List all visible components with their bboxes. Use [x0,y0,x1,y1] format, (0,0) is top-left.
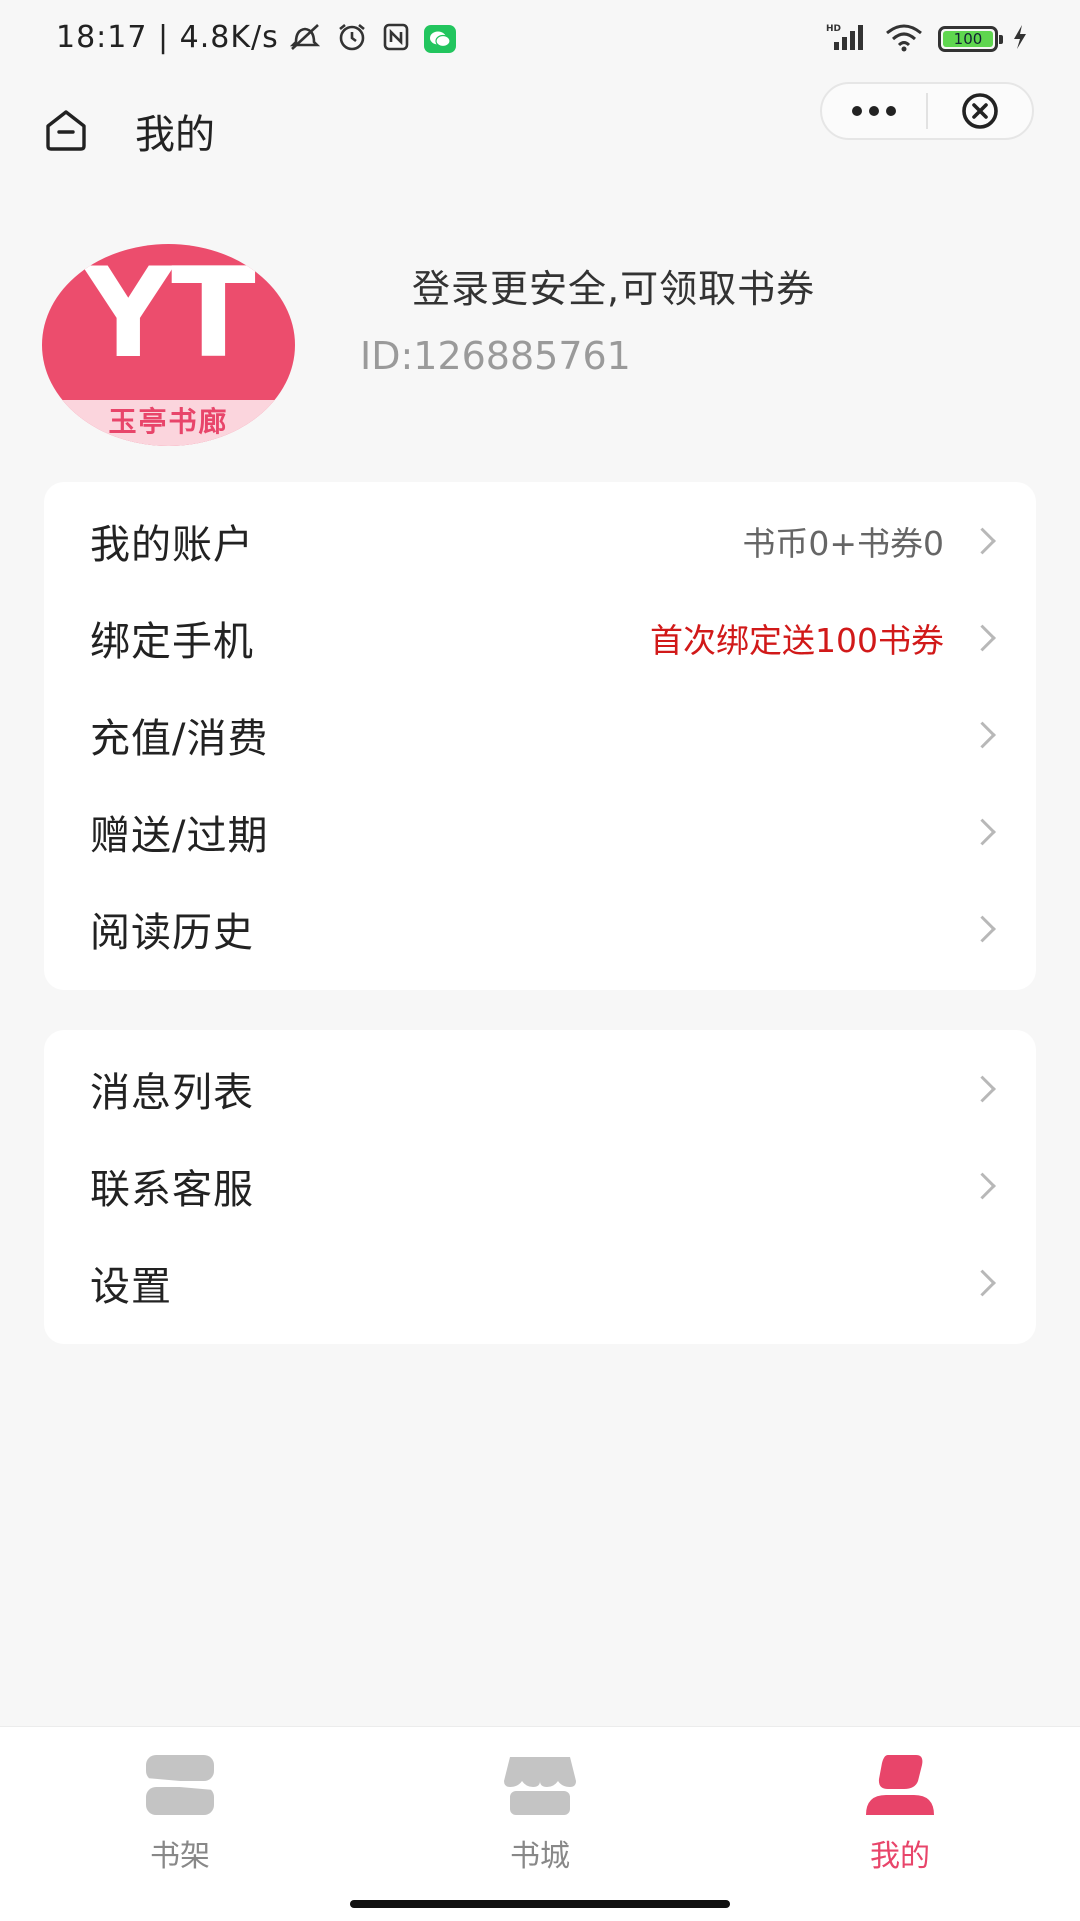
tab-label: 书城 [510,1839,570,1874]
bottom-tab-bar: 书架 书城 我的 [0,1726,1080,1921]
tab-label: 书架 [150,1839,210,1874]
battery-icon: 100 [938,26,1003,52]
menu-item-recharge[interactable]: 充值/消费 [44,686,1036,783]
menu-item-label: 阅读历史 [90,909,254,956]
support-menu-card: 消息列表 联系客服 设置 [44,1030,1036,1344]
tab-mine[interactable]: 我的 [800,1751,1000,1875]
status-time: 18:17 | 4.8K/s [56,20,279,55]
menu-item-messages[interactable]: 消息列表 [44,1040,1036,1137]
tab-bookstore[interactable]: 书城 [440,1751,640,1875]
page-title: 我的 [135,112,215,158]
chevron-right-icon [969,624,996,651]
more-button[interactable] [822,84,926,138]
close-icon [962,93,998,129]
wifi-icon [884,22,924,56]
menu-item-gift-expired[interactable]: 赠送/过期 [44,783,1036,880]
menu-item-label: 联系客服 [90,1166,254,1213]
bookstore-icon [504,1757,576,1815]
profile-icon [866,1755,934,1815]
home-indicator[interactable] [350,1900,730,1908]
login-prompt[interactable]: 登录更安全,可领取书券 [412,258,815,313]
chevron-right-icon [969,1269,996,1296]
battery-level: 100 [943,31,993,47]
miniprogram-capsule [820,82,1034,140]
close-miniprogram-button[interactable] [928,84,1032,138]
menu-item-label: 充值/消费 [90,715,269,762]
chevron-right-icon [969,527,996,554]
status-bar: 18:17 | 4.8K/s HD 100 [0,0,1080,82]
menu-item-my-account[interactable]: 我的账户 书币0+书券0 [44,492,1036,589]
menu-item-customer-service[interactable]: 联系客服 [44,1137,1036,1234]
mute-icon [288,22,322,56]
status-icons-right: HD 100 [824,22,1028,56]
avatar-brand-text: 玉亭书廊 [108,405,229,438]
account-menu-card: 我的账户 书币0+书券0 绑定手机 首次绑定送100书券 充值/消费 赠送/过期… [44,482,1036,990]
chevron-right-icon [969,915,996,942]
menu-item-reading-history[interactable]: 阅读历史 [44,880,1036,977]
tab-label: 我的 [870,1839,930,1874]
chevron-right-icon [969,721,996,748]
status-icons-left [288,22,456,56]
alarm-icon [336,22,368,56]
avatar[interactable]: YT 玉亭书廊 [42,244,295,446]
chevron-right-icon [969,1075,996,1102]
menu-item-label: 设置 [90,1263,172,1310]
menu-item-label: 我的账户 [90,521,254,568]
charging-icon [1012,24,1028,54]
signal-icon: HD [824,22,870,56]
menu-item-bind-phone[interactable]: 绑定手机 首次绑定送100书券 [44,589,1036,686]
menu-item-settings[interactable]: 设置 [44,1234,1036,1331]
tab-bookshelf[interactable]: 书架 [80,1751,280,1875]
avatar-logo-text: YT [83,244,255,386]
svg-text:HD: HD [826,24,841,34]
home-icon [46,110,86,151]
more-icon [852,106,896,116]
home-button[interactable] [42,106,90,154]
menu-item-label: 赠送/过期 [90,812,269,859]
account-balance: 书币0+书券0 [742,523,944,563]
chevron-right-icon [969,818,996,845]
nfc-icon [382,22,410,56]
menu-item-label: 消息列表 [90,1069,254,1116]
avatar-brand-band: 玉亭书廊 [42,400,295,446]
wechat-icon [424,25,456,53]
menu-item-label: 绑定手机 [90,618,254,665]
user-id: ID:126885761 [360,334,631,378]
chevron-right-icon [969,1172,996,1199]
bind-phone-promo: 首次绑定送100书券 [650,620,944,660]
bookshelf-icon [145,1755,215,1815]
